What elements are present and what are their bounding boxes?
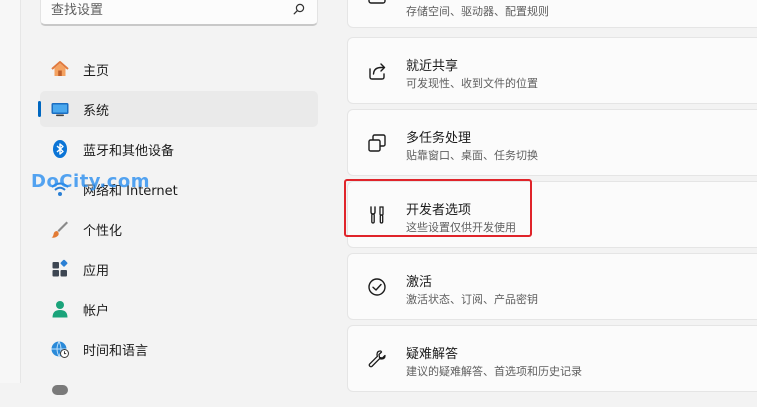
nav-item-system[interactable]: 系统 [38, 91, 318, 127]
nav-label: 应用 [83, 264, 110, 279]
card-subtitle: 可发现性、收到文件的位置 [406, 77, 538, 90]
storage-icon [368, 0, 386, 4]
nav-label: 个性化 [83, 224, 123, 239]
nav-item-time-language[interactable]: 时间和语言 [40, 331, 318, 367]
settings-card-troubleshoot[interactable]: 疑难解答 建议的疑难解答、首选项和历史记录 [347, 325, 757, 392]
developer-tools-icon [370, 206, 384, 224]
nav-label: 主页 [83, 64, 110, 79]
card-title: 激活 [406, 275, 433, 290]
card-subtitle: 贴靠窗口、桌面、任务切换 [406, 149, 538, 162]
search-icon[interactable] [293, 3, 305, 15]
activation-check-icon [368, 278, 386, 296]
bluetooth-icon [53, 140, 67, 158]
card-title: 开发者选项 [406, 203, 472, 218]
search-input[interactable] [41, 0, 281, 23]
nav-label: 蓝牙和其他设备 [83, 144, 175, 159]
system-icon [51, 103, 69, 117]
nav-item-bluetooth[interactable]: 蓝牙和其他设备 [40, 131, 318, 167]
apps-icon [52, 259, 68, 277]
card-title: 疑难解答 [406, 347, 459, 362]
selected-indicator [38, 101, 41, 117]
nav-label: 帐户 [83, 304, 110, 319]
nav-item-home[interactable]: 主页 [40, 51, 318, 87]
home-icon [51, 61, 69, 76]
card-subtitle: 存储空间、驱动器、配置规则 [406, 5, 549, 18]
brush-icon [51, 221, 68, 238]
globe-clock-icon [51, 341, 69, 358]
card-subtitle: 这些设置仅供开发使用 [406, 221, 516, 234]
card-subtitle: 建议的疑难解答、首选项和历史记录 [406, 365, 582, 378]
card-title: 多任务处理 [406, 131, 472, 146]
nav-label: 时间和语言 [83, 344, 149, 359]
account-icon [52, 301, 68, 318]
settings-card-storage[interactable]: 存储空间、驱动器、配置规则 [347, 0, 757, 28]
card-subtitle: 激活状态、订阅、产品密钥 [406, 293, 538, 306]
gaming-icon [52, 385, 68, 395]
window-left-edge [0, 0, 21, 383]
nav-item-personalization[interactable]: 个性化 [40, 211, 318, 247]
card-title: 就近共享 [406, 59, 459, 74]
nav-label: 系统 [83, 104, 110, 119]
settings-card-multitasking[interactable]: 多任务处理 贴靠窗口、桌面、任务切换 [347, 109, 757, 176]
watermark-text: DoCity.com [31, 171, 151, 192]
search-box[interactable] [40, 0, 318, 26]
nav-item-gaming[interactable] [40, 371, 318, 407]
nav-item-accounts[interactable]: 帐户 [40, 291, 318, 327]
wrench-icon [368, 350, 386, 368]
share-icon [369, 63, 386, 80]
settings-card-activation[interactable]: 激活 激活状态、订阅、产品密钥 [347, 253, 757, 320]
settings-card-developer-options[interactable]: 开发者选项 这些设置仅供开发使用 [347, 181, 757, 248]
settings-card-nearby-sharing[interactable]: 就近共享 可发现性、收到文件的位置 [347, 37, 757, 104]
nav-item-apps[interactable]: 应用 [40, 251, 318, 287]
multitask-icon [368, 134, 386, 152]
